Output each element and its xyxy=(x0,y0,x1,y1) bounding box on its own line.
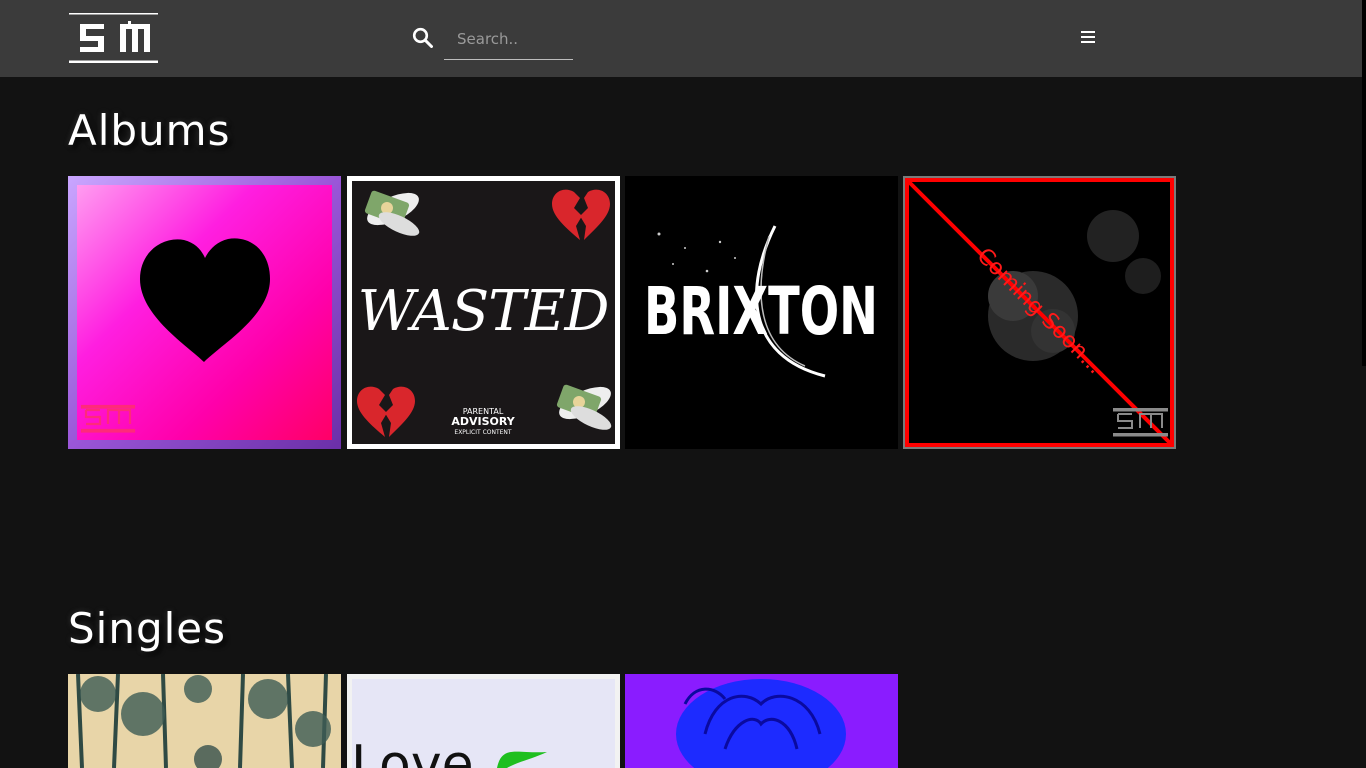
album-cover-brixton[interactable]: BRIXTON xyxy=(625,176,898,449)
sm-logo[interactable] xyxy=(68,12,159,64)
albums-heading: Albums xyxy=(68,106,231,155)
rose-cover-art xyxy=(625,674,898,768)
album-cover-coming-soon[interactable]: Coming Soon... xyxy=(903,176,1176,449)
love-title: Love xyxy=(351,735,474,768)
brixton-cover-art: BRIXTON xyxy=(625,176,898,449)
forest-cover-art xyxy=(68,674,341,768)
album-cover-heart[interactable] xyxy=(68,176,341,449)
wasted-title: WASTED xyxy=(358,279,609,344)
wasted-cover-art: WASTED PARENTAL ADVISORY EXPLICIT CONTEN… xyxy=(347,176,620,449)
love-cover-art: Love xyxy=(347,674,620,768)
singles-heading: Singles xyxy=(68,604,226,653)
coming-soon-cover-art: Coming Soon... xyxy=(903,176,1176,449)
search-input[interactable] xyxy=(444,18,573,60)
single-cover-forest[interactable] xyxy=(68,674,341,768)
album-cover-wasted[interactable]: WASTED PARENTAL ADVISORY EXPLICIT CONTEN… xyxy=(347,176,620,449)
search-icon[interactable] xyxy=(412,27,433,48)
heart-cover-art xyxy=(68,176,341,449)
svg-text:ADVISORY: ADVISORY xyxy=(451,415,515,428)
single-cover-rose[interactable] xyxy=(625,674,898,768)
top-navbar xyxy=(0,0,1366,77)
svg-text:EXPLICIT CONTENT: EXPLICIT CONTENT xyxy=(454,429,512,436)
brixton-title: BRIXTON xyxy=(644,273,878,350)
scrollbar[interactable] xyxy=(1362,0,1366,366)
hamburger-menu-icon[interactable] xyxy=(1081,31,1095,44)
single-cover-love[interactable]: Love xyxy=(347,674,620,768)
